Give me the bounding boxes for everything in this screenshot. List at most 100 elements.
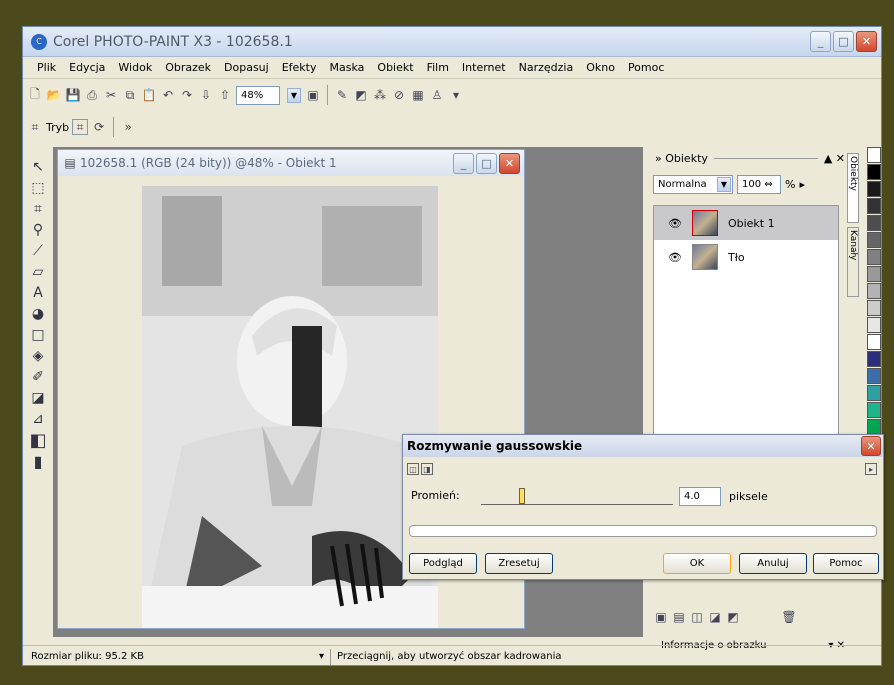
menu-window[interactable]: Okno: [586, 61, 615, 74]
menu-file[interactable]: Plik: [37, 61, 56, 74]
menu-view[interactable]: Widok: [118, 61, 152, 74]
doc-minimize-button[interactable]: _: [453, 153, 474, 174]
color-swatch[interactable]: [867, 334, 881, 350]
tab-channels[interactable]: Kanały: [847, 227, 859, 297]
image-sprayer-icon[interactable]: ⊿: [30, 411, 46, 427]
lock-icon[interactable]: ◩: [725, 609, 741, 625]
chevron-down-icon[interactable]: ▾: [319, 651, 324, 662]
import-icon[interactable]: ⇩: [198, 87, 214, 103]
eye-icon[interactable]: 👁: [668, 217, 682, 230]
combine-icon[interactable]: ◫: [689, 609, 705, 625]
rectangle-icon[interactable]: □: [30, 327, 46, 343]
preview-mode-icon[interactable]: ◫: [407, 463, 419, 475]
no-mask-icon[interactable]: ⊘: [391, 87, 407, 103]
color-swatch[interactable]: [867, 215, 881, 231]
layer-row[interactable]: 👁 Tło: [654, 240, 838, 274]
color-swatch[interactable]: [867, 385, 881, 401]
group-icon[interactable]: ◪: [707, 609, 723, 625]
crop-tool-icon[interactable]: ⌗: [27, 119, 43, 135]
flyout-arrow-icon[interactable]: ▸: [799, 178, 805, 191]
radius-input[interactable]: 4.0: [679, 487, 721, 506]
reset-button[interactable]: Zresetuj: [485, 553, 553, 574]
menu-mask[interactable]: Maska: [330, 61, 365, 74]
ok-button[interactable]: OK: [663, 553, 731, 574]
zoom-tool-icon[interactable]: ⚲: [30, 222, 46, 238]
color-swatch[interactable]: [867, 266, 881, 282]
menu-internet[interactable]: Internet: [462, 61, 506, 74]
blend-mode-select[interactable]: Normalna ▼: [653, 175, 733, 194]
eye-icon[interactable]: 👁: [668, 251, 682, 264]
collapse-icon[interactable]: ▲: [824, 152, 832, 165]
eraser-icon[interactable]: ▱: [30, 264, 46, 280]
mask-overlay-icon[interactable]: ◩: [353, 87, 369, 103]
launcher-icon[interactable]: ♙: [429, 87, 445, 103]
rotate-icon[interactable]: ⟳: [91, 119, 107, 135]
menu-object[interactable]: Obiekt: [377, 61, 413, 74]
paste-icon[interactable]: 📋: [141, 87, 157, 103]
color-swatch[interactable]: [867, 419, 881, 435]
mask-color-icon[interactable]: ▮: [30, 452, 46, 471]
color-swatch[interactable]: [867, 198, 881, 214]
new-layer-icon[interactable]: ▤: [671, 609, 687, 625]
zoom-dropdown-icon[interactable]: ▼: [287, 87, 301, 103]
brush-icon[interactable]: ✎: [334, 87, 350, 103]
minimize-button[interactable]: _: [810, 31, 831, 52]
copy-icon[interactable]: ⧉: [122, 87, 138, 103]
crop-mode-icon[interactable]: ⌗: [72, 119, 89, 135]
print-icon[interactable]: ⎙: [84, 87, 100, 103]
color-swatch[interactable]: [867, 351, 881, 367]
color-swatch[interactable]: [867, 147, 881, 163]
color-swatch[interactable]: [867, 232, 881, 248]
zoom-combo[interactable]: 48%: [236, 85, 280, 105]
effect-icon[interactable]: ◪: [30, 390, 46, 406]
trash-icon[interactable]: 🗑: [781, 609, 797, 625]
radius-slider[interactable]: [481, 488, 673, 505]
color-swap-icon[interactable]: ◧: [30, 430, 47, 451]
eyedropper-icon[interactable]: ⟋: [30, 243, 46, 259]
cut-icon[interactable]: ✂: [103, 87, 119, 103]
color-swatch[interactable]: [867, 368, 881, 384]
menu-tools[interactable]: Narzędzia: [519, 61, 574, 74]
tab-objects[interactable]: Obiekty: [847, 153, 859, 223]
color-swatch[interactable]: [867, 300, 881, 316]
color-swatch[interactable]: [867, 181, 881, 197]
crop-tool-icon[interactable]: ⌗: [30, 201, 46, 217]
undo-icon[interactable]: ↶: [160, 87, 176, 103]
doc-close-button[interactable]: ✕: [499, 153, 520, 174]
opacity-input[interactable]: 100 ⇔: [737, 175, 781, 194]
menu-movie[interactable]: Film: [427, 61, 449, 74]
menu-edit[interactable]: Edycja: [69, 61, 105, 74]
marquee-icon[interactable]: ⁂: [372, 87, 388, 103]
help-button[interactable]: Pomoc: [813, 553, 879, 574]
layer-row[interactable]: 👁 Obiekt 1: [654, 206, 838, 240]
text-tool-icon[interactable]: A: [30, 285, 46, 301]
pick-tool-icon[interactable]: ↖: [30, 159, 46, 175]
new-object-icon[interactable]: ▣: [653, 609, 669, 625]
docker-expand-icon[interactable]: »: [655, 152, 662, 165]
docker-close-icon[interactable]: ✕: [836, 152, 845, 165]
menu-help[interactable]: Pomoc: [628, 61, 664, 74]
close-button[interactable]: ✕: [856, 31, 877, 52]
maximize-button[interactable]: □: [833, 31, 854, 52]
color-swatch[interactable]: [867, 402, 881, 418]
save-icon[interactable]: 💾: [65, 87, 81, 103]
red-eye-icon[interactable]: ◕: [30, 306, 46, 322]
full-screen-icon[interactable]: ▣: [305, 87, 321, 103]
menu-adjust[interactable]: Dopasuj: [224, 61, 269, 74]
forward-icon[interactable]: »: [120, 119, 136, 135]
menu-effects[interactable]: Efekty: [282, 61, 317, 74]
image-canvas[interactable]: [142, 186, 438, 628]
color-swatch[interactable]: [867, 249, 881, 265]
new-file-icon[interactable]: 🗋: [27, 87, 43, 103]
cancel-button[interactable]: Anuluj: [739, 553, 807, 574]
dialog-close-button[interactable]: ✕: [861, 436, 881, 456]
fill-icon[interactable]: ◈: [30, 348, 46, 364]
preview-button[interactable]: Podgląd: [409, 553, 477, 574]
mask-tool-icon[interactable]: ⬚: [30, 180, 46, 196]
chevron-down-icon[interactable]: ▾: [448, 87, 464, 103]
color-swatch[interactable]: [867, 317, 881, 333]
split-preview-icon[interactable]: ◨: [421, 463, 433, 475]
redo-icon[interactable]: ↷: [179, 87, 195, 103]
doc-maximize-button[interactable]: □: [476, 153, 497, 174]
open-icon[interactable]: 📂: [46, 87, 62, 103]
